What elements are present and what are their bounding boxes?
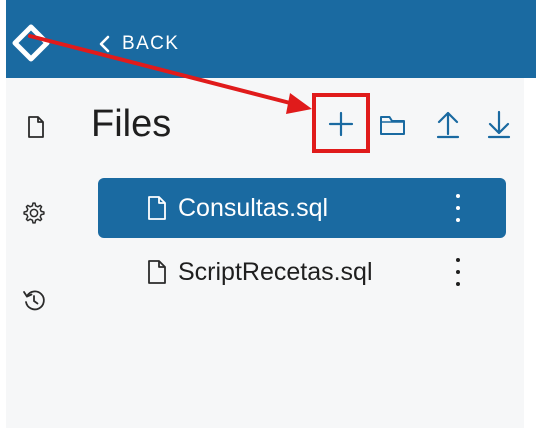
back-label: BACK bbox=[122, 33, 180, 54]
file-row-selected[interactable]: Consultas.sql bbox=[98, 178, 506, 238]
file-name: Consultas.sql bbox=[178, 193, 329, 222]
right-gutter bbox=[524, 78, 536, 428]
file-name: ScriptRecetas.sql bbox=[178, 257, 373, 286]
highlight-box bbox=[312, 93, 370, 153]
gear-icon[interactable] bbox=[22, 201, 46, 225]
back-button[interactable]: BACK bbox=[98, 30, 179, 58]
file-icon bbox=[148, 196, 166, 220]
more-options-icon[interactable] bbox=[448, 254, 468, 290]
more-options-icon[interactable] bbox=[448, 190, 468, 226]
logo-icon[interactable] bbox=[12, 24, 50, 62]
new-folder-button[interactable] bbox=[379, 113, 407, 137]
history-icon[interactable] bbox=[22, 288, 46, 312]
chevron-left-icon bbox=[99, 35, 110, 53]
file-row[interactable]: ScriptRecetas.sql bbox=[98, 242, 506, 302]
upload-button[interactable] bbox=[435, 109, 461, 139]
files-title: Files bbox=[91, 103, 172, 145]
top-bar: BACK bbox=[6, 0, 536, 78]
document-icon[interactable] bbox=[24, 115, 48, 139]
file-icon bbox=[148, 260, 166, 284]
download-button[interactable] bbox=[486, 109, 512, 139]
